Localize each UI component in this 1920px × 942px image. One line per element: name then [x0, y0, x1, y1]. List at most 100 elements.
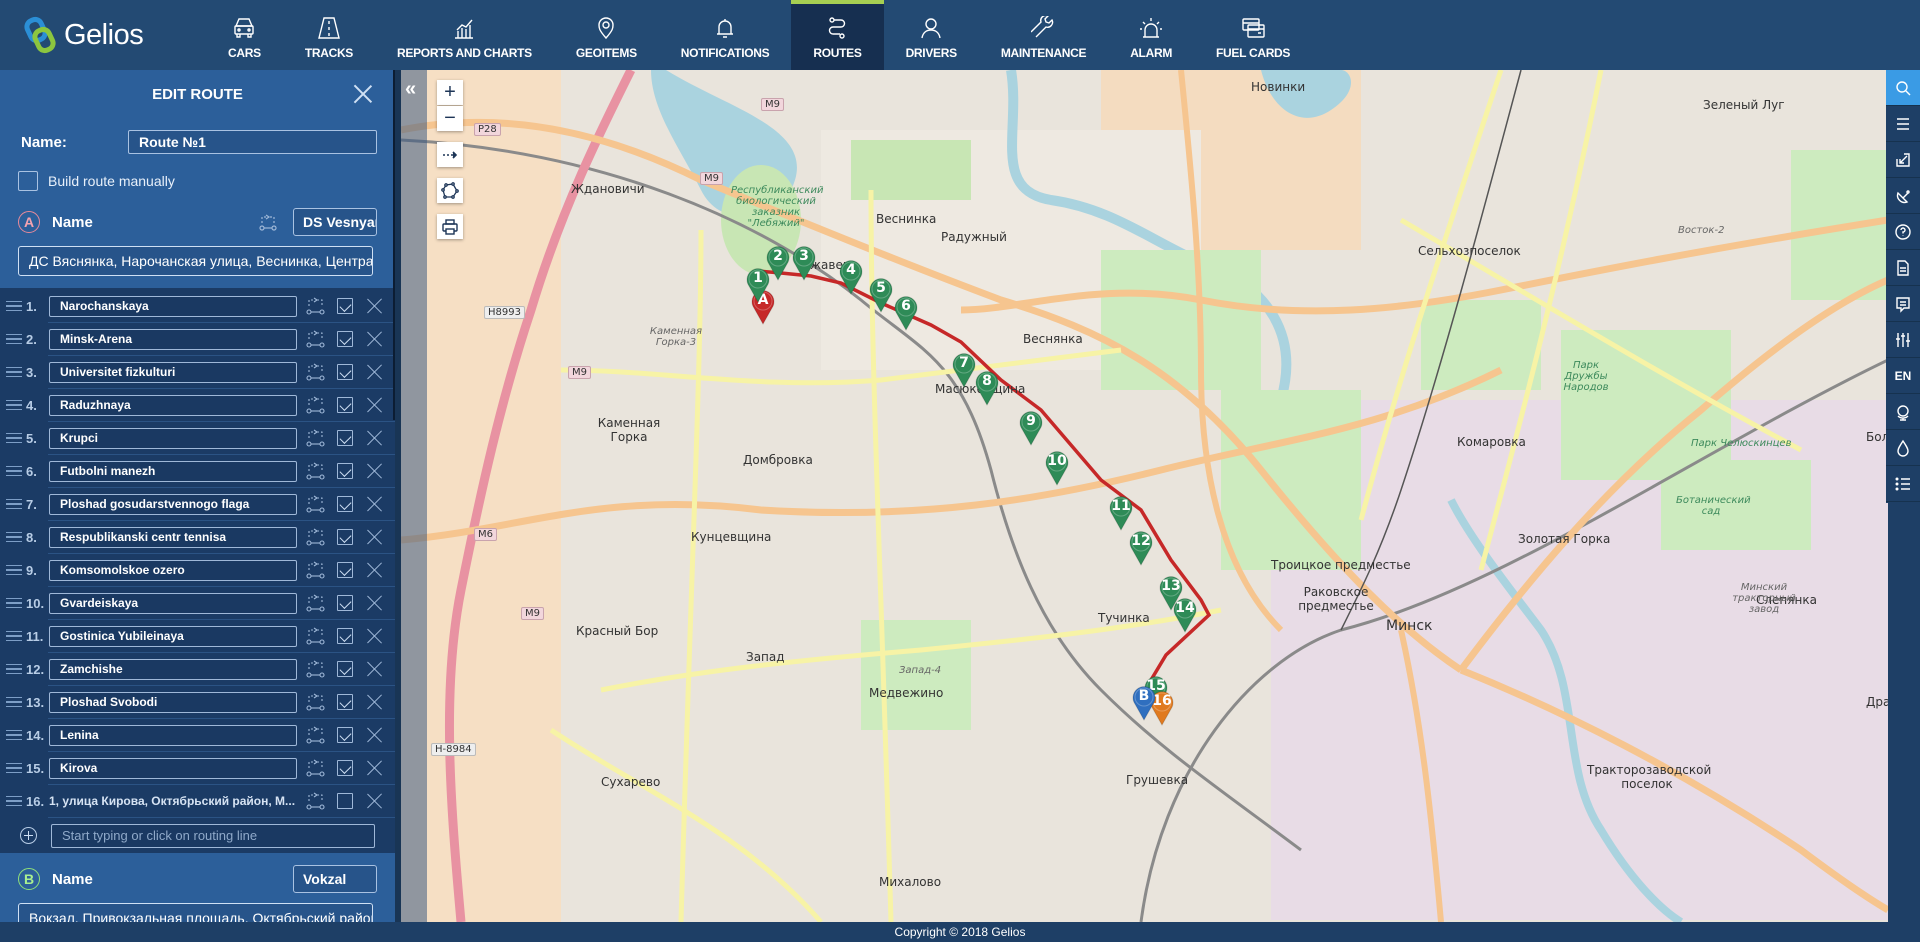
route-name-input[interactable]	[128, 130, 377, 154]
globe-button[interactable]	[1886, 394, 1920, 430]
remove-stop-icon[interactable]	[367, 595, 383, 611]
stop-name-input[interactable]	[49, 460, 297, 482]
drag-handle-icon[interactable]	[6, 763, 22, 773]
remove-stop-icon[interactable]	[367, 331, 383, 347]
fit-screen-button[interactable]	[1886, 142, 1920, 178]
stop-enabled-checkbox[interactable]	[337, 463, 353, 479]
route-segment-icon[interactable]	[305, 791, 327, 811]
nav-tracks[interactable]: TRACKS	[283, 0, 375, 70]
close-icon[interactable]	[353, 84, 373, 104]
route-segment-icon[interactable]	[305, 527, 327, 547]
stop-enabled-checkbox[interactable]	[337, 793, 353, 809]
map-marker-stop[interactable]: 14	[1172, 597, 1198, 634]
map-marker-stop[interactable]: 4	[838, 259, 864, 296]
language-button[interactable]: EN	[1886, 358, 1920, 394]
stop-enabled-checkbox[interactable]	[337, 562, 353, 578]
collapse-panel-button[interactable]: «	[405, 78, 416, 101]
stop-enabled-checkbox[interactable]	[337, 661, 353, 677]
stop-name-input[interactable]	[49, 559, 297, 581]
stop-enabled-checkbox[interactable]	[337, 364, 353, 380]
stop-name-input[interactable]	[49, 625, 297, 647]
route-direction-button[interactable]	[437, 142, 463, 167]
nav-alarm[interactable]: ALARM	[1108, 0, 1194, 70]
messages-button[interactable]	[1886, 286, 1920, 322]
map-marker-stop[interactable]: 8	[974, 370, 1000, 407]
stop-name-input[interactable]	[49, 724, 297, 746]
drag-handle-icon[interactable]	[6, 466, 22, 476]
stop-name-input[interactable]	[49, 427, 297, 449]
build-manually-checkbox[interactable]	[18, 171, 38, 191]
remove-stop-icon[interactable]	[367, 661, 383, 677]
route-segment-icon[interactable]	[305, 725, 327, 745]
nav-routes[interactable]: ROUTES	[791, 0, 884, 70]
route-segment-icon[interactable]	[305, 296, 327, 316]
help-button[interactable]	[1886, 214, 1920, 250]
remove-stop-icon[interactable]	[367, 397, 383, 413]
end-point-short-name[interactable]	[293, 865, 377, 893]
drag-handle-icon[interactable]	[6, 697, 22, 707]
route-segment-icon[interactable]	[305, 560, 327, 580]
remove-stop-icon[interactable]	[367, 496, 383, 512]
route-segment-icon[interactable]	[305, 758, 327, 778]
print-button[interactable]	[437, 214, 463, 239]
nav-drivers[interactable]: DRIVERS	[884, 0, 979, 70]
zoom-out-button[interactable]: −	[437, 106, 463, 131]
drag-handle-icon[interactable]	[6, 598, 22, 608]
remove-stop-icon[interactable]	[367, 727, 383, 743]
stop-name-input[interactable]	[49, 394, 297, 416]
drag-handle-icon[interactable]	[6, 301, 22, 311]
stop-name-input[interactable]	[49, 592, 297, 614]
add-stop-input[interactable]	[51, 823, 375, 848]
map-marker-stop[interactable]: 5	[868, 277, 894, 314]
stop-name-input[interactable]	[49, 757, 297, 779]
drag-handle-icon[interactable]	[6, 532, 22, 542]
stop-name-input[interactable]	[49, 658, 297, 680]
drag-handle-icon[interactable]	[6, 400, 22, 410]
route-segment-icon[interactable]	[305, 593, 327, 613]
stop-enabled-checkbox[interactable]	[337, 529, 353, 545]
drag-handle-icon[interactable]	[6, 433, 22, 443]
stop-name-input[interactable]	[49, 328, 297, 350]
stop-enabled-checkbox[interactable]	[337, 496, 353, 512]
route-segment-icon[interactable]	[257, 211, 279, 233]
zoom-in-button[interactable]: +	[437, 80, 463, 105]
satellite-button[interactable]	[1886, 178, 1920, 214]
map-menu-button[interactable]	[1886, 106, 1920, 142]
stop-enabled-checkbox[interactable]	[337, 298, 353, 314]
route-segment-icon[interactable]	[305, 626, 327, 646]
remove-stop-icon[interactable]	[367, 562, 383, 578]
drag-handle-icon[interactable]	[6, 367, 22, 377]
nav-reports[interactable]: REPORTS AND CHARTS	[375, 0, 554, 70]
list-button[interactable]	[1886, 466, 1920, 502]
remove-stop-icon[interactable]	[367, 793, 383, 809]
map-marker-stop[interactable]: 12	[1128, 530, 1154, 567]
stop-name-input[interactable]	[49, 295, 297, 317]
route-segment-icon[interactable]	[305, 461, 327, 481]
stop-enabled-checkbox[interactable]	[337, 694, 353, 710]
drag-handle-icon[interactable]	[6, 565, 22, 575]
map-marker-stop[interactable]: 10	[1044, 450, 1070, 487]
route-segment-icon[interactable]	[305, 659, 327, 679]
route-segment-icon[interactable]	[305, 362, 327, 382]
route-segment-icon[interactable]	[305, 428, 327, 448]
stop-enabled-checkbox[interactable]	[337, 397, 353, 413]
logo[interactable]: Gelios	[0, 0, 206, 70]
map-marker-stop[interactable]: 3	[791, 245, 817, 282]
route-segment-icon[interactable]	[305, 395, 327, 415]
drop-button[interactable]	[1886, 430, 1920, 466]
remove-stop-icon[interactable]	[367, 430, 383, 446]
nav-geoitems[interactable]: GEOITEMS	[554, 0, 659, 70]
stop-enabled-checkbox[interactable]	[337, 727, 353, 743]
route-segment-icon[interactable]	[305, 329, 327, 349]
nav-maintenance[interactable]: MAINTENANCE	[979, 0, 1108, 70]
drag-handle-icon[interactable]	[6, 730, 22, 740]
route-segment-icon[interactable]	[305, 494, 327, 514]
stop-enabled-checkbox[interactable]	[337, 331, 353, 347]
stop-enabled-checkbox[interactable]	[337, 430, 353, 446]
map-marker-stop[interactable]: 11	[1108, 495, 1134, 532]
map-marker-stop[interactable]: 2	[765, 245, 791, 282]
map-settings-button[interactable]	[1886, 322, 1920, 358]
remove-stop-icon[interactable]	[367, 628, 383, 644]
nav-cars[interactable]: CARS	[206, 0, 283, 70]
drag-handle-icon[interactable]	[6, 664, 22, 674]
